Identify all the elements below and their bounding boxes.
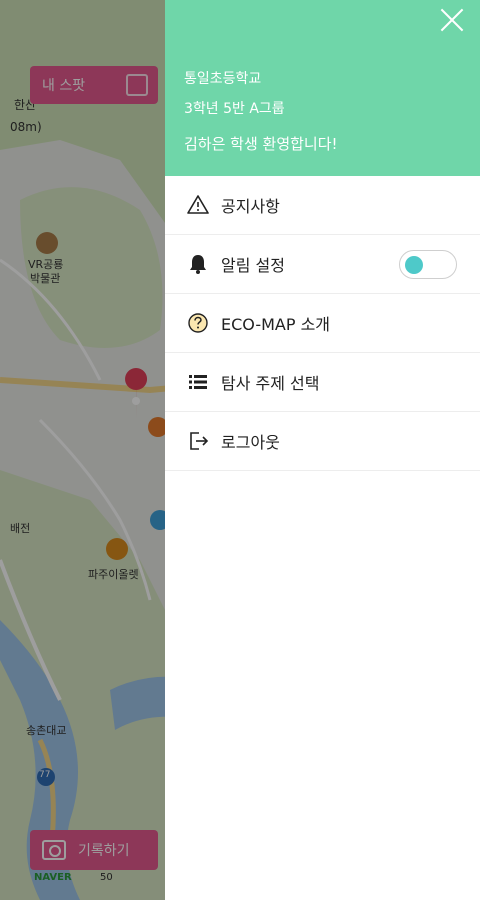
menu-label-notices: 공지사항 [221,197,280,216]
menu-label-notification-settings: 알림 설정 [221,256,285,275]
drawer-header: 통일초등학교 3학년 5반 A그룹 김하은 학생 환영합니다! [165,0,480,176]
class-group: 3학년 5반 A그룹 [184,101,285,117]
logout-icon [187,430,209,452]
question-circle-icon [187,312,209,334]
menu-item-notification-settings[interactable]: 알림 설정 [165,235,480,294]
menu-label-logout: 로그아웃 [221,433,280,452]
warning-triangle-icon [187,194,209,216]
menu-item-notices[interactable]: 공지사항 [165,176,480,235]
toggle-knob [405,256,423,274]
side-drawer: 통일초등학교 3학년 5반 A그룹 김하은 학생 환영합니다! 공지사항 알림 … [165,0,480,900]
welcome-message: 김하은 학생 환영합니다! [184,135,338,153]
menu-label-topic-select: 탐사 주제 선택 [221,374,320,393]
menu-label-eco-map-intro: ECO-MAP 소개 [221,315,331,334]
school-name: 통일초등학교 [184,71,262,87]
menu-item-topic-select[interactable]: 탐사 주제 선택 [165,353,480,412]
notification-toggle[interactable] [399,250,457,279]
list-icon [187,371,209,393]
close-icon[interactable] [438,6,466,34]
menu-item-eco-map-intro[interactable]: ECO-MAP 소개 [165,294,480,353]
menu-item-logout[interactable]: 로그아웃 [165,412,480,471]
bell-icon [187,253,209,275]
